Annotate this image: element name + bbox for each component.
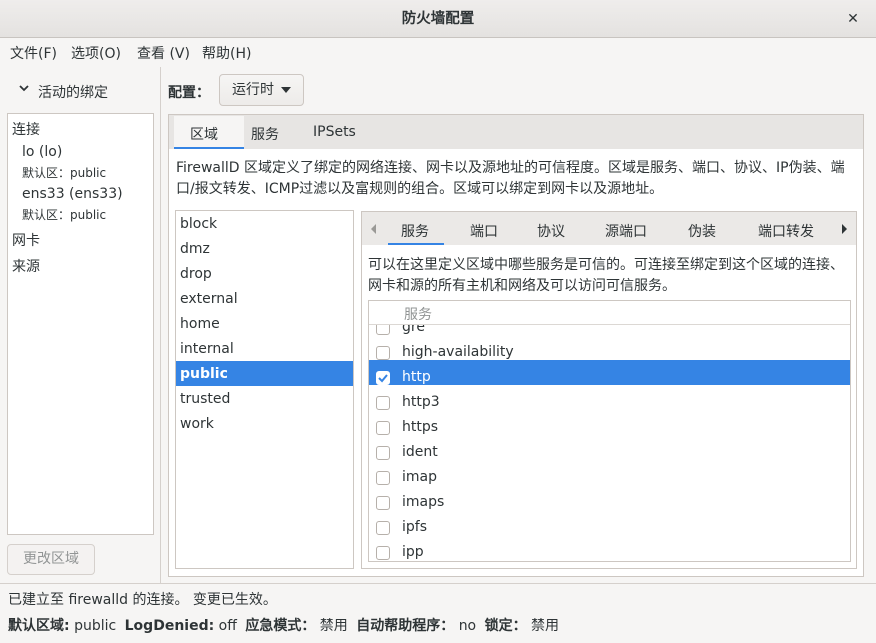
zone-item-internal[interactable]: internal (180, 341, 350, 357)
change-zone-button[interactable]: 更改区域 (7, 544, 95, 575)
config-value: 运行时 (232, 82, 274, 98)
service-selection-highlight (369, 360, 850, 385)
close-icon[interactable]: ✕ (842, 8, 864, 30)
services-viewport: gre high-availability http http3 https i… (369, 325, 850, 561)
tab-ipsets[interactable]: IPSets (313, 124, 356, 140)
zone-item-trusted[interactable]: trusted (180, 391, 350, 407)
logdenied-value: off (218, 618, 237, 634)
menu-file[interactable]: 文件(F) (10, 43, 57, 63)
config-label: 配置： (168, 85, 210, 101)
zone-item-home[interactable]: home (180, 316, 350, 332)
default-zone-label: 默认区域: (8, 618, 70, 634)
zone-item-drop[interactable]: drop (180, 266, 350, 282)
service-checkbox-imap[interactable] (376, 471, 390, 485)
zone-item-external[interactable]: external (180, 291, 350, 307)
window-title: 防火墙配置 (401, 11, 475, 27)
service-label-high-availability: high-availability (402, 344, 514, 360)
service-label-ipp: ipp (402, 544, 424, 560)
scroll-left-icon[interactable] (369, 222, 377, 240)
tree-connections[interactable]: 连接 (12, 119, 40, 139)
footer-info: 默认区域: public LogDenied: off 应急模式： 禁用 自动帮… (8, 615, 559, 635)
tree-source[interactable]: 来源 (12, 256, 40, 276)
zone-description: FirewallD 区域定义了绑定的网络连接、网卡以及源地址的可信程度。区域是服… (176, 160, 845, 197)
config-dropdown[interactable]: 运行时 (219, 74, 304, 106)
service-checkbox-ident[interactable] (376, 446, 390, 460)
inner-tab-port-forwarding[interactable]: 端口转发 (758, 221, 814, 241)
tree-nic[interactable]: 网卡 (12, 230, 40, 250)
service-checkbox-imaps[interactable] (376, 496, 390, 510)
menu-help[interactable]: 帮助(H) (202, 43, 251, 63)
service-label-http: http (402, 369, 431, 385)
lockdown-label: 锁定： (484, 618, 527, 634)
zone-item-block[interactable]: block (180, 216, 350, 232)
zone-item-work[interactable]: work (180, 416, 350, 432)
tree-conn-ens33-zone: 默认区：public (22, 208, 107, 222)
service-label-ident: ident (402, 444, 438, 460)
inner-tab-ports[interactable]: 端口 (470, 221, 498, 241)
dropdown-arrow-icon (281, 87, 291, 93)
auto-helper-label: 自动帮助程序： (356, 618, 455, 634)
panic-mode-label: 应急模式： (245, 618, 316, 634)
panic-mode-value: 禁用 (319, 618, 348, 634)
service-checkbox-ipp[interactable] (376, 546, 390, 560)
service-label-imap: imap (402, 469, 437, 485)
inner-tab-services[interactable]: 服务 (401, 221, 429, 241)
tab-zones[interactable]: 区域 (190, 124, 218, 144)
menu-bar (0, 38, 876, 67)
service-label-ipfs: ipfs (402, 519, 427, 535)
service-label-imaps: imaps (402, 494, 445, 510)
auto-helper-value: no (458, 618, 477, 634)
inner-tab-protocols[interactable]: 协议 (537, 221, 565, 241)
scroll-right-icon[interactable] (841, 222, 849, 240)
pane-divider[interactable] (160, 67, 161, 583)
default-zone-value: public (74, 618, 117, 634)
inner-tab-masquerade[interactable]: 伪装 (688, 221, 716, 241)
service-checkbox-http[interactable] (376, 371, 390, 385)
lockdown-value: 禁用 (531, 618, 560, 634)
tree-conn-lo-zone: 默认区：public (22, 166, 107, 180)
service-checkbox-http3[interactable] (376, 396, 390, 410)
zone-item-public[interactable]: public (180, 366, 350, 382)
service-label-http3: http3 (402, 394, 440, 410)
tree-conn-ens33[interactable]: ens33 (ens33) (22, 186, 123, 202)
service-label-https: https (402, 419, 439, 435)
tab-services[interactable]: 服务 (251, 124, 279, 144)
logdenied-label: LogDenied: (124, 618, 215, 634)
zone-item-dmz[interactable]: dmz (180, 241, 350, 257)
status-divider (0, 583, 876, 584)
inner-tab-source-ports[interactable]: 源端口 (605, 221, 647, 241)
status-message: 已建立至 firewalld 的连接。 变更已生效。 (8, 592, 277, 608)
tree-conn-lo[interactable]: lo (lo) (22, 144, 62, 160)
zone-list (175, 210, 354, 569)
checkmark-icon (378, 374, 388, 383)
service-checkbox-high-availability[interactable] (376, 346, 390, 360)
service-checkbox-ipfs[interactable] (376, 521, 390, 535)
services-column-header[interactable] (369, 301, 850, 325)
chevron-down-icon[interactable] (18, 80, 32, 96)
service-checkbox-https[interactable] (376, 421, 390, 435)
active-bindings-heading[interactable]: 活动的绑定 (38, 82, 108, 102)
services-column-title: 服务 (404, 307, 432, 323)
service-checkbox-gre[interactable] (376, 325, 390, 335)
menu-view[interactable]: 查看 (V) (137, 43, 190, 63)
service-label-gre: gre (402, 325, 425, 335)
menu-options[interactable]: 选项(O) (71, 43, 121, 63)
services-description: 可以在这里定义区域中哪些服务是可信的。可连接至绑定到这个区域的连接、网卡和源的所… (368, 257, 844, 294)
